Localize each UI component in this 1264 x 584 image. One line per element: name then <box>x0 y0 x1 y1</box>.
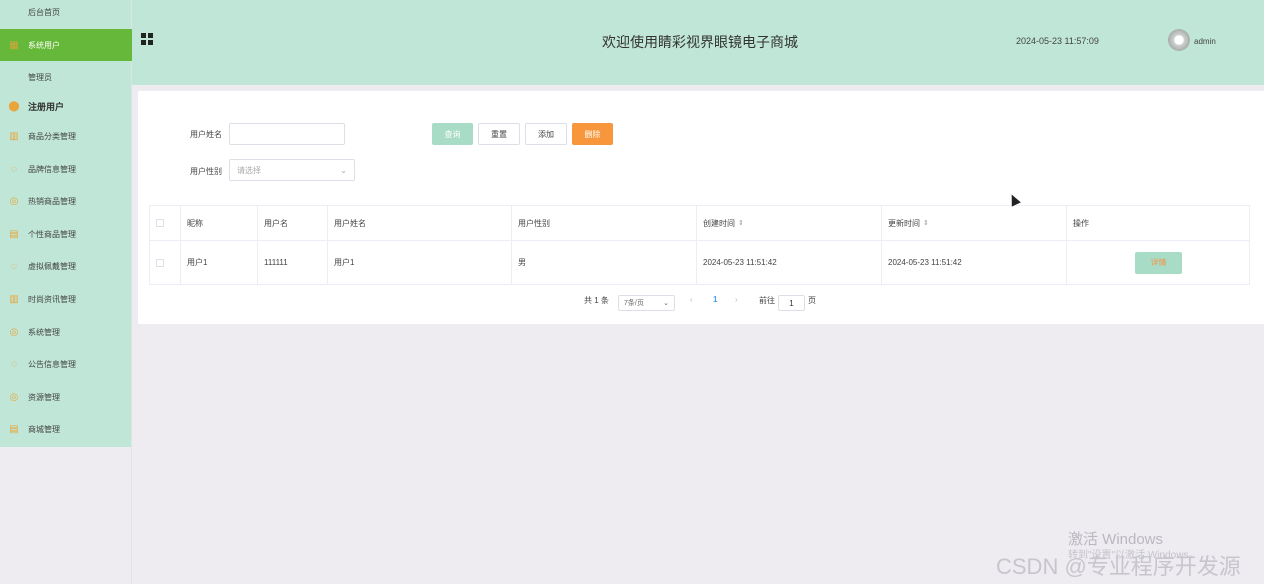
sidebar: 后台首页 ▦ 系统用户 管理员 ⬤ 注册用户 ▥ 商品分类管理 ◌ 品牌信息管理… <box>0 0 132 447</box>
gender-select[interactable]: 请选择 ⌄ <box>229 159 355 181</box>
sidebar-item-label: 品牌信息管理 <box>28 164 76 174</box>
query-button[interactable]: 查询 <box>432 123 473 145</box>
sidebar-item-hot[interactable]: ◎ 热销商品管理 <box>0 185 132 217</box>
document-icon: ▤ <box>9 423 19 435</box>
username[interactable]: admin <box>1194 37 1216 46</box>
check-circle-icon: ◎ <box>9 391 19 403</box>
main-panel: 用户姓名 用户性别 请选择 ⌄ 查询 重置 添加 删除 昵称 用户名 用户姓名 … <box>138 91 1264 324</box>
bar-chart-icon: ▥ <box>9 293 19 305</box>
col-nickname: 昵称 <box>181 206 258 240</box>
sidebar-item-label: 商城管理 <box>28 424 60 434</box>
sort-icon[interactable]: ⇕ <box>923 219 929 227</box>
chevron-down-icon: ⌄ <box>340 165 347 175</box>
page-suffix: 页 <box>808 296 816 305</box>
sidebar-item-system[interactable]: ◎ 系统管理 <box>0 316 132 348</box>
chat-icon: ◌ <box>11 358 17 370</box>
select-all-cell <box>150 206 181 240</box>
sidebar-item-label: 资源管理 <box>28 392 60 402</box>
csdn-watermark: CSDN @专业程序开发源 <box>996 554 1241 579</box>
pagination-total: 共 1 条 <box>584 296 609 305</box>
cell-username: 111111 <box>258 241 328 284</box>
row-checkbox[interactable] <box>156 258 164 267</box>
chat-icon: ◌ <box>11 163 17 175</box>
sidebar-item-brand[interactable]: ◌ 品牌信息管理 <box>0 153 132 185</box>
sidebar-item-news[interactable]: ▥ 时尚资讯管理 <box>0 283 132 315</box>
col-created[interactable]: 创建时间 ⇕ <box>697 206 882 240</box>
col-created-label: 创建时间 <box>703 218 735 228</box>
sidebar-item-label: 系统管理 <box>28 327 60 337</box>
select-all-checkbox[interactable] <box>156 219 164 227</box>
current-time: 2024-05-23 11:57:09 <box>1016 36 1099 46</box>
cell-action: 详情 <box>1067 241 1250 284</box>
sidebar-item-system-users[interactable]: ▦ 系统用户 <box>0 29 132 61</box>
table-row: 用户1 111111 用户1 男 2024-05-23 11:51:42 202… <box>150 241 1250 285</box>
sidebar-item-label: 管理员 <box>28 72 52 82</box>
goto-label: 前往 <box>759 296 775 305</box>
col-gender: 用户性别 <box>512 206 697 240</box>
col-updated[interactable]: 更新时间 ⇕ <box>882 206 1067 240</box>
page-size-select[interactable]: 7条/页 ⌄ <box>618 295 675 311</box>
sidebar-item-label: 注册用户 <box>28 101 65 112</box>
document-icon: ▤ <box>9 228 19 240</box>
row-select-cell <box>150 241 181 284</box>
chevron-down-icon: ⌄ <box>663 300 669 307</box>
users-table: 昵称 用户名 用户姓名 用户性别 创建时间 ⇕ 更新时间 ⇕ 操作 用户1 11… <box>149 205 1250 285</box>
sidebar-item-home[interactable]: 后台首页 <box>0 0 132 24</box>
sidebar-item-notice[interactable]: ◌ 公告信息管理 <box>0 348 132 380</box>
next-page-icon[interactable]: › <box>735 295 738 304</box>
cell-realname: 用户1 <box>328 241 512 284</box>
check-circle-icon: ◎ <box>9 326 19 338</box>
sidebar-item-label: 公告信息管理 <box>28 359 76 369</box>
add-button[interactable]: 添加 <box>525 123 567 145</box>
sidebar-item-mall[interactable]: ▤ 商城管理 <box>0 413 132 445</box>
page-title: 欢迎使用睛彩视界眼镜电子商城 <box>602 34 798 50</box>
sidebar-item-admin[interactable]: 管理员 <box>0 61 132 93</box>
name-label: 用户姓名 <box>190 130 222 139</box>
reset-button[interactable]: 重置 <box>478 123 520 145</box>
sidebar-item-virtual[interactable]: ◌ 虚拟佩戴管理 <box>0 250 132 282</box>
cell-updated: 2024-05-23 11:51:42 <box>882 241 1067 284</box>
col-username: 用户名 <box>258 206 328 240</box>
sidebar-item-label: 后台首页 <box>28 7 60 17</box>
grid-icon: ▦ <box>9 39 19 51</box>
sidebar-item-registered-users[interactable]: ⬤ 注册用户 <box>0 90 132 122</box>
cell-gender: 男 <box>512 241 697 284</box>
col-updated-label: 更新时间 <box>888 218 920 228</box>
sidebar-item-label: 时尚资讯管理 <box>28 294 76 304</box>
sidebar-item-label: 商品分类管理 <box>28 131 76 141</box>
top-header: 欢迎使用睛彩视界眼镜电子商城 2024-05-23 11:57:09 admin <box>132 0 1264 85</box>
sidebar-item-category[interactable]: ▥ 商品分类管理 <box>0 120 132 152</box>
goto-page-input[interactable]: 1 <box>778 295 805 311</box>
detail-button[interactable]: 详情 <box>1135 251 1182 274</box>
sidebar-item-custom[interactable]: ▤ 个性商品管理 <box>0 218 132 250</box>
sidebar-item-label: 个性商品管理 <box>28 229 76 239</box>
sidebar-item-resource[interactable]: ◎ 资源管理 <box>0 381 132 413</box>
current-page[interactable]: 1 <box>713 295 717 304</box>
sidebar-item-label: 系统用户 <box>28 40 60 50</box>
page-size-value: 7条/页 <box>624 300 644 307</box>
sort-icon[interactable]: ⇕ <box>738 219 744 227</box>
delete-button[interactable]: 删除 <box>572 123 613 145</box>
avatar[interactable] <box>1168 29 1190 51</box>
gender-label: 用户性别 <box>190 167 222 176</box>
prev-page-icon[interactable]: ‹ <box>690 295 693 304</box>
menu-toggle-icon[interactable] <box>141 33 153 45</box>
sidebar-empty-area <box>0 447 132 584</box>
check-circle-icon: ◎ <box>9 195 19 207</box>
name-search-input[interactable] <box>229 123 345 145</box>
col-realname: 用户姓名 <box>328 206 512 240</box>
cell-created: 2024-05-23 11:51:42 <box>697 241 882 284</box>
chat-icon: ◌ <box>11 260 17 272</box>
location-icon: ⬤ <box>8 100 20 112</box>
col-action: 操作 <box>1073 218 1089 228</box>
sidebar-item-label: 虚拟佩戴管理 <box>28 261 76 271</box>
table-header-row: 昵称 用户名 用户姓名 用户性别 创建时间 ⇕ 更新时间 ⇕ 操作 <box>150 206 1250 241</box>
sidebar-item-label: 热销商品管理 <box>28 196 76 206</box>
bar-chart-icon: ▥ <box>9 130 19 142</box>
gender-placeholder: 请选择 <box>237 165 261 175</box>
cell-nickname: 用户1 <box>181 241 258 284</box>
